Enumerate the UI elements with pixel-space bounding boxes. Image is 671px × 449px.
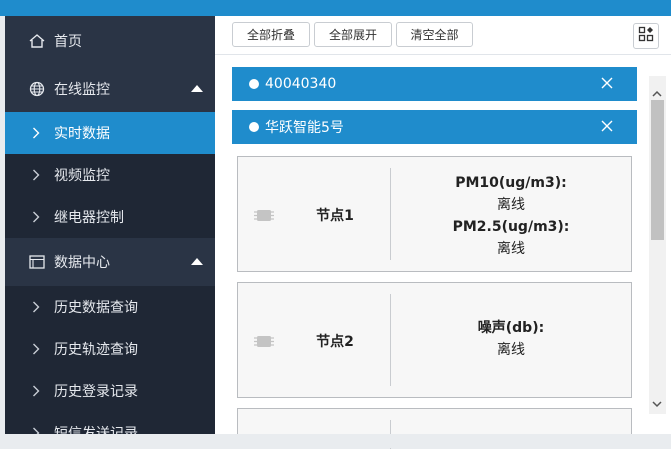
sidebar-item-history-data[interactable]: 历史数据查询 xyxy=(5,286,215,328)
radio-icon[interactable] xyxy=(249,79,259,89)
sidebar-item-video-monitor[interactable]: 视频监控 xyxy=(5,154,215,196)
sidebar-item-sms-log[interactable]: 短信发送记录 xyxy=(5,412,215,434)
sidebar-item-online-monitor[interactable]: 在线监控 xyxy=(5,65,215,112)
close-icon[interactable] xyxy=(601,120,613,132)
layout-toggle-button[interactable] xyxy=(633,23,659,49)
sidebar-item-label: 在线监控 xyxy=(54,81,110,98)
sidebar-item-home[interactable]: 首页 xyxy=(5,16,215,65)
chevron-right-icon xyxy=(29,169,43,181)
scrollbar-thumb[interactable] xyxy=(651,100,664,240)
node-name: 节点1 xyxy=(316,208,354,224)
device-header[interactable]: 华跃智能5号 xyxy=(232,110,637,144)
sidebar-item-label: 历史数据查询 xyxy=(54,300,138,316)
sidebar: 首页 在线监控 实时数据 视频监控 继电器控制 数据中心 历史数据查询 历史轨迹… xyxy=(5,16,215,434)
main-panel: 全部折叠 全部展开 清空全部 40040340 华跃智能5号 节点1 PM10(… xyxy=(215,16,671,449)
caret-up-icon xyxy=(191,258,203,265)
collapse-all-button[interactable]: 全部折叠 xyxy=(232,22,310,47)
sidebar-item-data-center[interactable]: 数据中心 xyxy=(5,238,215,286)
chevron-right-icon xyxy=(29,427,43,434)
bottom-bar xyxy=(0,434,671,448)
sidebar-item-label: 继电器控制 xyxy=(54,210,124,226)
sidebar-item-label: 实时数据 xyxy=(54,126,110,142)
sidebar-item-label: 短信发送记录 xyxy=(54,426,138,434)
node-card: 节点2 噪声(db): 离线 xyxy=(237,282,632,398)
scroll-up-icon[interactable] xyxy=(652,84,662,97)
sidebar-item-realtime-data[interactable]: 实时数据 xyxy=(5,112,215,154)
grid-layout-icon xyxy=(638,26,654,46)
sidebar-item-label: 首页 xyxy=(54,33,82,50)
chevron-right-icon xyxy=(29,301,43,313)
device-name: 华跃智能5号 xyxy=(265,120,344,136)
home-icon xyxy=(27,33,47,49)
close-icon[interactable] xyxy=(601,77,613,89)
chevron-right-icon xyxy=(29,211,43,223)
device-name: 40040340 xyxy=(265,76,337,92)
reading-label: PM10(ug/m3): xyxy=(455,175,567,191)
sidebar-item-label: 视频监控 xyxy=(54,168,110,184)
sidebar-item-relay-control[interactable]: 继电器控制 xyxy=(5,196,215,238)
toolbar: 全部折叠 全部展开 清空全部 xyxy=(215,16,671,55)
calendar-icon xyxy=(27,255,47,269)
node-values: 噪声(db): 离线 xyxy=(391,317,631,361)
chip-icon xyxy=(254,207,274,221)
expand-all-button[interactable]: 全部展开 xyxy=(314,22,392,47)
reading-label: PM2.5(ug/m3): xyxy=(452,219,570,235)
sidebar-item-label: 历史登录记录 xyxy=(54,384,138,400)
reading-value: 离线 xyxy=(497,342,525,358)
reading-label: 噪声(db): xyxy=(477,320,545,336)
chevron-right-icon xyxy=(29,127,43,139)
node-name: 节点2 xyxy=(316,334,354,350)
chip-icon xyxy=(254,333,274,347)
caret-up-icon xyxy=(191,84,203,92)
node-values: PM10(ug/m3): 离线 PM2.5(ug/m3): 离线 xyxy=(391,172,631,260)
device-header[interactable]: 40040340 xyxy=(232,67,637,101)
sidebar-item-history-login[interactable]: 历史登录记录 xyxy=(5,370,215,412)
radio-icon[interactable] xyxy=(249,122,259,132)
clear-all-button[interactable]: 清空全部 xyxy=(396,22,473,47)
reading-value: 离线 xyxy=(497,197,525,213)
top-bar xyxy=(0,0,671,16)
sidebar-item-label: 数据中心 xyxy=(54,255,110,271)
sidebar-item-label: 历史轨迹查询 xyxy=(54,342,138,358)
scrollbar[interactable] xyxy=(649,76,666,414)
reading-value: 离线 xyxy=(497,241,525,257)
chevron-right-icon xyxy=(29,343,43,355)
scroll-down-icon[interactable] xyxy=(652,394,662,408)
chevron-right-icon xyxy=(29,385,43,397)
node-card: 节点1 PM10(ug/m3): 离线 PM2.5(ug/m3): 离线 xyxy=(237,156,632,272)
sidebar-item-history-track[interactable]: 历史轨迹查询 xyxy=(5,328,215,370)
globe-icon xyxy=(27,81,47,97)
